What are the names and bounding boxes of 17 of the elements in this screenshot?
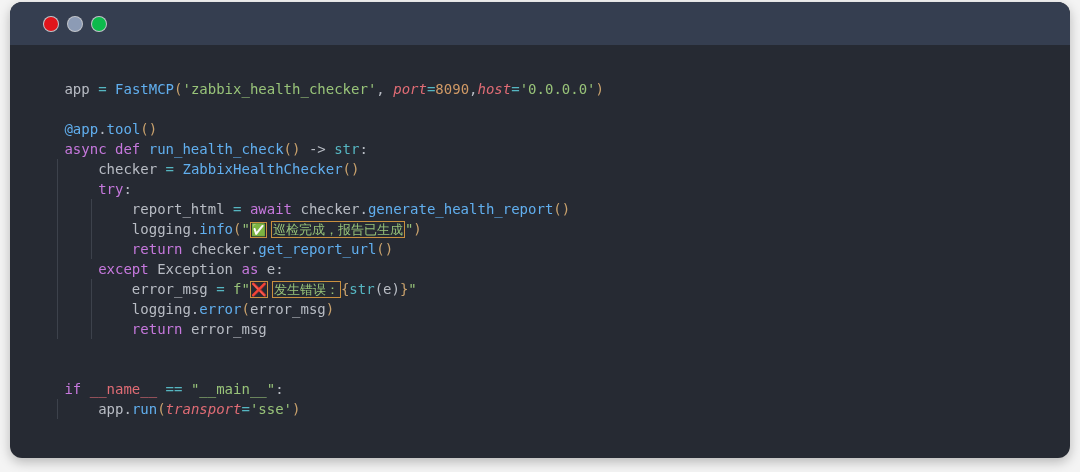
- code-line: async def run_health_check() -> str:: [63, 140, 369, 159]
- code-line: return checker.get_report_url(): [56, 239, 1070, 259]
- code-line: logging.info("✅ 巡检完成，报告已生成"): [56, 219, 1070, 239]
- code-line: logging.error(error_msg): [56, 299, 1070, 319]
- window-control-icon[interactable]: [44, 16, 58, 31]
- code-line: checker = ZabbixHealthChecker(): [56, 159, 1070, 179]
- code-line: if __name__ == "__main__":: [63, 380, 285, 399]
- window-control-icon[interactable]: [68, 16, 82, 31]
- code-line: app.run(transport='sse'): [56, 399, 1070, 419]
- code-line: try:: [56, 179, 1070, 199]
- code-line: report_html = await checker.generate_health_report(): [56, 199, 1070, 219]
- code-line: error_msg = f"❌ 发生错误：{str(e)}": [56, 279, 1070, 299]
- code-line: @app.tool(): [63, 120, 159, 139]
- code-line: except Exception as e:: [56, 259, 1070, 279]
- code-line: return error_msg: [56, 319, 1070, 339]
- window-control-icon[interactable]: [92, 16, 106, 31]
- code-line: app = FastMCP('zabbix_health_checker', port=8090,host='0.0.0.0'): [63, 80, 605, 99]
